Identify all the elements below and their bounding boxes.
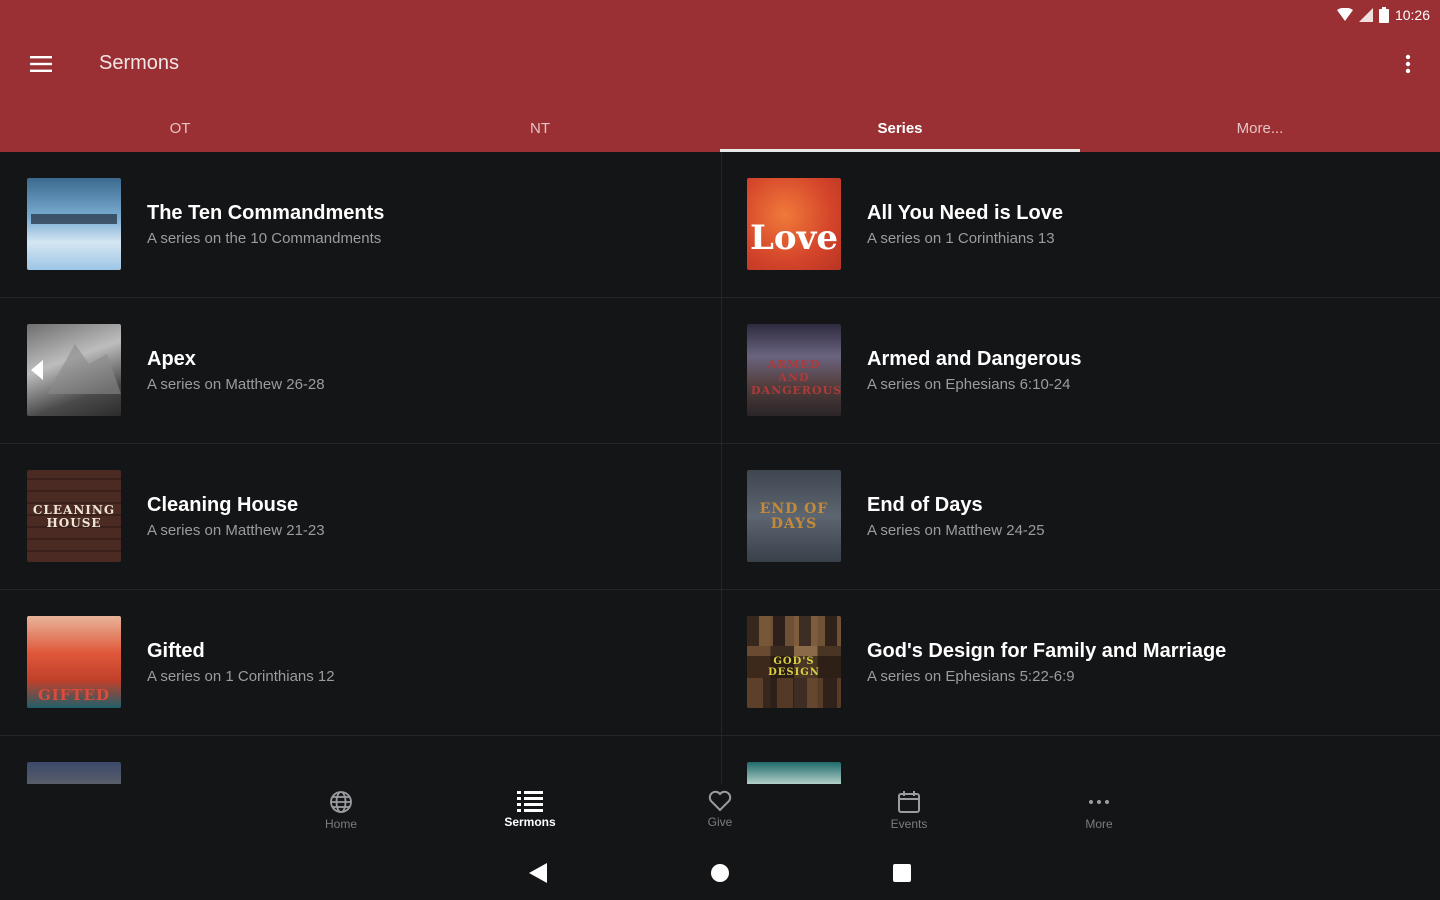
bottom-navigation: Home Sermons Give Events More bbox=[0, 784, 1440, 846]
series-subtitle: A series on the 10 Commandments bbox=[147, 230, 382, 247]
tab-ot[interactable]: OT bbox=[0, 104, 360, 152]
system-recents-button[interactable] bbox=[890, 861, 914, 885]
series-item-end-of-days[interactable]: END OF DAYS End of Days A series on Matt… bbox=[720, 444, 1440, 590]
series-subtitle: A series on Ephesians 5:22-6:9 bbox=[867, 668, 1075, 685]
nav-events[interactable]: Events bbox=[864, 790, 954, 844]
series-title: Armed and Dangerous bbox=[867, 348, 1082, 370]
hamburger-icon bbox=[30, 56, 52, 72]
nav-sermons[interactable]: Sermons bbox=[485, 790, 575, 844]
battery-icon bbox=[1378, 7, 1389, 23]
series-subtitle: A series on Ephesians 6:10-24 bbox=[867, 376, 1071, 393]
thumbnail-text: Love bbox=[750, 218, 838, 258]
thumbnail-text: GIFTED bbox=[37, 686, 111, 704]
series-title: Cleaning House bbox=[147, 494, 299, 516]
status-bar: 10:26 bbox=[1336, 4, 1430, 26]
overflow-menu-button[interactable] bbox=[1394, 46, 1422, 82]
series-row: Apex A series on Matthew 26-28 ARMED AND… bbox=[0, 298, 1440, 444]
series-subtitle: A series on Matthew 21-23 bbox=[147, 522, 325, 539]
series-thumbnail bbox=[27, 762, 121, 784]
series-subtitle: A series on Matthew 26-28 bbox=[147, 376, 325, 393]
series-thumbnail bbox=[27, 324, 121, 416]
series-item-apex[interactable]: Apex A series on Matthew 26-28 bbox=[0, 298, 720, 444]
series-thumbnail: Love bbox=[747, 178, 841, 270]
series-thumbnail bbox=[747, 762, 841, 784]
more-horizontal-icon bbox=[1089, 800, 1109, 804]
series-item-ten-commandments[interactable]: The Ten Commandments A series on the 10 … bbox=[0, 152, 720, 298]
back-icon bbox=[529, 863, 547, 883]
series-thumbnail: GOD'S DESIGN bbox=[747, 616, 841, 708]
series-item-all-you-need-is-love[interactable]: Love All You Need is Love A series on 1 … bbox=[720, 152, 1440, 298]
thumbnail-text: ARMED AND DANGEROUS bbox=[751, 358, 841, 397]
system-home-button[interactable] bbox=[708, 861, 732, 885]
tab-nt[interactable]: NT bbox=[360, 104, 720, 152]
series-thumbnail: END OF DAYS bbox=[747, 470, 841, 562]
series-title: All You Need is Love bbox=[867, 202, 1063, 224]
series-item-cleaning-house[interactable]: CLEANING HOUSE Cleaning House A series o… bbox=[0, 444, 720, 590]
series-row: GIFTED Gifted A series on 1 Corinthians … bbox=[0, 590, 1440, 736]
series-item-gods-design[interactable]: GOD'S DESIGN God's Design for Family and… bbox=[720, 590, 1440, 736]
thumbnail-text: GOD'S DESIGN bbox=[747, 656, 841, 678]
series-thumbnail: ARMED AND DANGEROUS bbox=[747, 324, 841, 416]
series-item-partial[interactable] bbox=[0, 736, 720, 784]
hamburger-menu-button[interactable] bbox=[22, 46, 60, 82]
nav-label: More bbox=[1085, 817, 1113, 831]
series-thumbnail: CLEANING HOUSE bbox=[27, 470, 121, 562]
list-icon bbox=[517, 791, 543, 812]
series-title: Gifted bbox=[147, 640, 205, 662]
series-subtitle: A series on Matthew 24-25 bbox=[867, 522, 1045, 539]
nav-label: Home bbox=[324, 817, 357, 831]
system-back-button[interactable] bbox=[526, 861, 550, 885]
series-grid: The Ten Commandments A series on the 10 … bbox=[0, 152, 1440, 784]
series-item-armed-and-dangerous[interactable]: ARMED AND DANGEROUS Armed and Dangerous … bbox=[720, 298, 1440, 444]
status-time: 10:26 bbox=[1394, 7, 1430, 23]
tab-series[interactable]: Series bbox=[720, 104, 1080, 152]
series-row: The Ten Commandments A series on the 10 … bbox=[0, 152, 1440, 298]
series-title: God's Design for Family and Marriage bbox=[867, 640, 1227, 662]
series-thumbnail bbox=[27, 178, 121, 270]
nav-home[interactable]: Home bbox=[296, 790, 386, 844]
globe-icon bbox=[330, 791, 352, 813]
heart-icon bbox=[708, 790, 732, 812]
series-item-gifted[interactable]: GIFTED Gifted A series on 1 Corinthians … bbox=[0, 590, 720, 736]
cell-signal-icon bbox=[1358, 8, 1373, 22]
thumbnail-text: CLEANING HOUSE bbox=[32, 503, 116, 530]
series-title: The Ten Commandments bbox=[147, 202, 385, 224]
recents-icon bbox=[893, 864, 911, 882]
wifi-icon bbox=[1336, 8, 1353, 22]
series-subtitle: A series on 1 Corinthians 13 bbox=[867, 230, 1055, 247]
nav-label: Events bbox=[890, 817, 928, 831]
series-item-partial[interactable] bbox=[720, 736, 1440, 784]
series-row bbox=[0, 736, 1440, 784]
series-subtitle: A series on 1 Corinthians 12 bbox=[147, 668, 335, 685]
series-title: End of Days bbox=[867, 494, 983, 516]
home-icon bbox=[711, 864, 729, 882]
nav-give[interactable]: Give bbox=[675, 790, 765, 844]
page-title: Sermons bbox=[99, 52, 180, 74]
tab-bar: OT NT Series More... bbox=[0, 104, 1440, 152]
nav-more[interactable]: More bbox=[1054, 790, 1144, 844]
series-thumbnail: GIFTED bbox=[27, 616, 121, 708]
nav-label: Sermons bbox=[504, 815, 556, 829]
system-navigation-bar bbox=[0, 846, 1440, 900]
series-title: Apex bbox=[147, 348, 196, 370]
more-vertical-icon bbox=[1405, 54, 1411, 74]
nav-label: Give bbox=[707, 815, 733, 829]
thumbnail-text: END OF DAYS bbox=[759, 501, 829, 532]
series-row: CLEANING HOUSE Cleaning House A series o… bbox=[0, 444, 1440, 590]
app-bar: 10:26 Sermons OT NT Series More... bbox=[0, 0, 1440, 152]
tab-more[interactable]: More... bbox=[1080, 104, 1440, 152]
calendar-icon bbox=[898, 791, 920, 813]
